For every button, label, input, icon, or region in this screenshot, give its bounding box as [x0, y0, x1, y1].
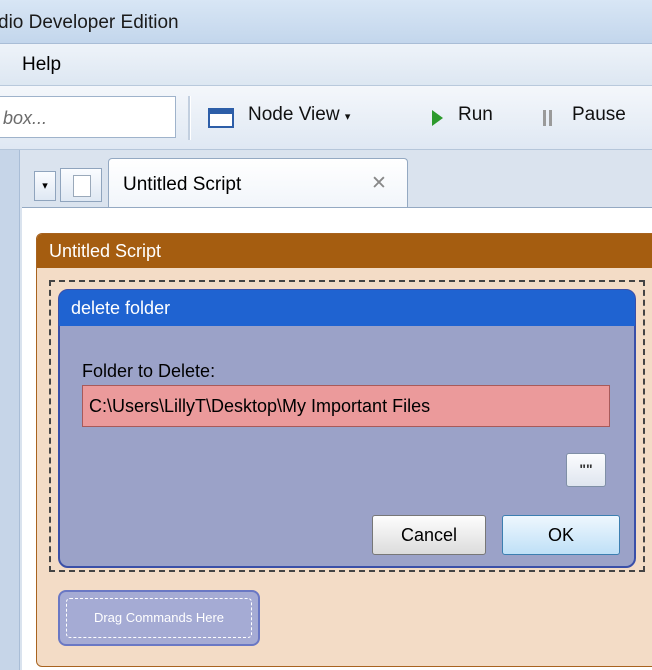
tab-list-dropdown[interactable]: ▾ — [34, 171, 56, 201]
command-title: delete folder — [71, 298, 171, 318]
search-input[interactable]: box... — [0, 96, 176, 138]
command-header: delete folder — [59, 290, 635, 326]
delete-folder-command: delete folder Folder to Delete: "" Cance… — [58, 289, 636, 568]
chevron-down-icon: ▾ — [344, 111, 351, 123]
node-view-icon[interactable] — [208, 108, 234, 128]
menu-bar: Help — [0, 44, 652, 86]
toolbar: box... Node View ▾ Run Pause — [0, 86, 652, 150]
pause-icon[interactable] — [542, 110, 554, 126]
tab-untitled-script[interactable]: Untitled Script ✕ — [108, 158, 408, 208]
folder-path-input[interactable] — [82, 385, 610, 427]
title-bar: dio Developer Edition — [0, 0, 652, 44]
cancel-button[interactable]: Cancel — [372, 515, 486, 555]
toolbar-separator — [188, 96, 191, 140]
close-icon[interactable]: ✕ — [371, 172, 387, 195]
tab-label: Untitled Script — [123, 174, 242, 195]
menu-help[interactable]: Help — [22, 54, 61, 76]
new-document-button[interactable] — [60, 168, 102, 202]
side-panel-strip — [0, 150, 20, 670]
window-title: dio Developer Edition — [0, 12, 179, 33]
pause-button[interactable]: Pause — [572, 104, 626, 126]
node-view-button[interactable]: Node View ▾ — [248, 104, 350, 126]
script-header: Untitled Script — [37, 234, 652, 268]
ok-button[interactable]: OK — [502, 515, 620, 555]
script-title: Untitled Script — [49, 241, 162, 261]
folder-field-label: Folder to Delete: — [82, 361, 216, 381]
node-view-label: Node View — [248, 104, 340, 125]
drag-commands-target[interactable]: Drag Commands Here — [58, 590, 260, 646]
run-button[interactable]: Run — [458, 104, 493, 126]
drag-hint-label: Drag Commands Here — [66, 598, 252, 638]
browse-button[interactable]: "" — [566, 453, 606, 487]
run-icon[interactable] — [432, 110, 443, 126]
document-icon — [73, 175, 91, 197]
